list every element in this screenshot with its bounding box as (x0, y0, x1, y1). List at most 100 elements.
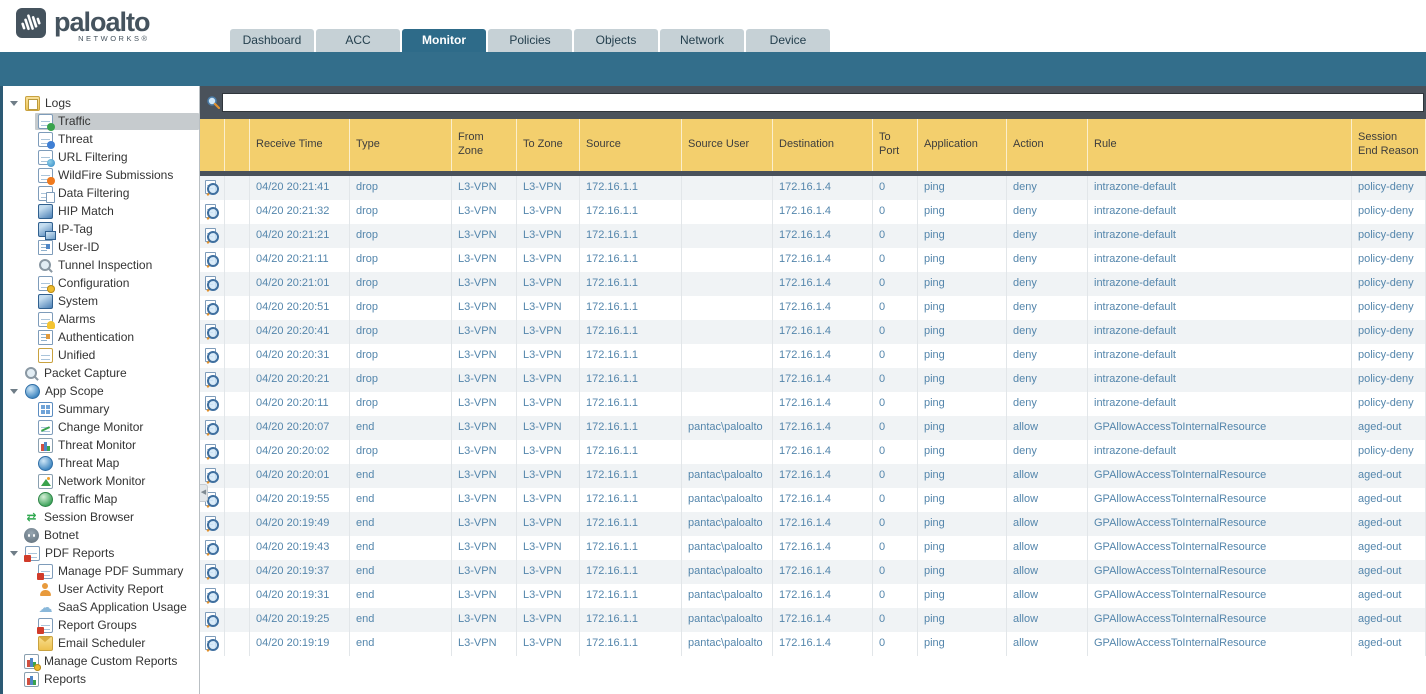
sidebar-item-logs[interactable]: Logs (3, 94, 199, 112)
sidebar-item-configuration[interactable]: Configuration (3, 274, 199, 292)
sidebar-item-url-filtering[interactable]: URL Filtering (3, 148, 199, 166)
column-header-destination[interactable]: Destination (773, 119, 873, 171)
log-detail-icon[interactable] (204, 540, 220, 556)
sidebar-item-email-scheduler[interactable]: Email Scheduler (3, 634, 199, 652)
log-detail-icon[interactable] (204, 636, 220, 652)
sidebar-collapse-handle[interactable]: ◀ (200, 484, 208, 502)
log-detail-icon[interactable] (204, 396, 220, 412)
log-detail-icon[interactable] (204, 516, 220, 532)
log-detail-icon[interactable] (204, 612, 220, 628)
table-row[interactable]: 04/20 20:19:31 end L3-VPN L3-VPN 172.16.… (200, 584, 1426, 608)
column-header-receive-time[interactable]: Receive Time (250, 119, 350, 171)
sidebar-item-pdf-reports[interactable]: PDF Reports (3, 544, 199, 562)
sidebar-item-threat-map[interactable]: Threat Map (3, 454, 199, 472)
table-row[interactable]: 04/20 20:21:01 drop L3-VPN L3-VPN 172.16… (200, 272, 1426, 296)
tab-monitor[interactable]: Monitor (402, 29, 486, 52)
expander-down-icon[interactable] (10, 101, 18, 106)
sidebar-item-threat-monitor[interactable]: Threat Monitor (3, 436, 199, 454)
expander-down-icon[interactable] (10, 389, 18, 394)
cell-action: deny (1007, 344, 1088, 368)
sidebar-item-saas-application-usage[interactable]: SaaS Application Usage (3, 598, 199, 616)
table-row[interactable]: 04/20 20:20:51 drop L3-VPN L3-VPN 172.16… (200, 296, 1426, 320)
sidebar-item-report-groups[interactable]: Report Groups (3, 616, 199, 634)
log-detail-icon[interactable] (204, 444, 220, 460)
log-detail-icon[interactable] (204, 348, 220, 364)
column-header-from-zone[interactable]: From Zone (452, 119, 517, 171)
column-header-rule[interactable]: Rule (1088, 119, 1352, 171)
table-row[interactable]: 04/20 20:19:25 end L3-VPN L3-VPN 172.16.… (200, 608, 1426, 632)
table-row[interactable]: 04/20 20:21:21 drop L3-VPN L3-VPN 172.16… (200, 224, 1426, 248)
table-row[interactable]: 04/20 20:19:19 end L3-VPN L3-VPN 172.16.… (200, 632, 1426, 656)
table-row[interactable]: 04/20 20:21:11 drop L3-VPN L3-VPN 172.16… (200, 248, 1426, 272)
column-header-to-port[interactable]: To Port (873, 119, 918, 171)
sidebar-item-app-scope[interactable]: App Scope (3, 382, 199, 400)
cell-action: allow (1007, 536, 1088, 560)
sidebar-item-packet-capture[interactable]: Packet Capture (3, 364, 199, 382)
tab-acc[interactable]: ACC (316, 29, 400, 52)
column-header-to-zone[interactable]: To Zone (517, 119, 580, 171)
sidebar-item-hip-match[interactable]: HIP Match (3, 202, 199, 220)
cell-receive-time: 04/20 20:20:31 (250, 344, 350, 368)
column-header-session-end-reason[interactable]: Session End Reason (1352, 119, 1426, 171)
sidebar-item-tunnel-inspection[interactable]: Tunnel Inspection (3, 256, 199, 274)
sidebar-item-unified[interactable]: Unified (3, 346, 199, 364)
sidebar-item-data-filtering[interactable]: Data Filtering (3, 184, 199, 202)
log-detail-icon[interactable] (204, 588, 220, 604)
sidebar-item-threat[interactable]: Threat (3, 130, 199, 148)
sidebar-item-manage-custom-reports[interactable]: Manage Custom Reports (3, 652, 199, 670)
table-row[interactable]: 04/20 20:20:21 drop L3-VPN L3-VPN 172.16… (200, 368, 1426, 392)
log-detail-icon[interactable] (204, 180, 220, 196)
log-detail-icon[interactable] (204, 276, 220, 292)
tab-policies[interactable]: Policies (488, 29, 572, 52)
tab-dashboard[interactable]: Dashboard (230, 29, 314, 52)
table-row[interactable]: 04/20 20:21:32 drop L3-VPN L3-VPN 172.16… (200, 200, 1426, 224)
table-row[interactable]: 04/20 20:19:49 end L3-VPN L3-VPN 172.16.… (200, 512, 1426, 536)
sidebar-item-network-monitor[interactable]: Network Monitor (3, 472, 199, 490)
table-row[interactable]: 04/20 20:19:43 end L3-VPN L3-VPN 172.16.… (200, 536, 1426, 560)
log-detail-icon[interactable] (204, 300, 220, 316)
log-detail-icon[interactable] (204, 252, 220, 268)
table-row[interactable]: 04/20 20:20:01 end L3-VPN L3-VPN 172.16.… (200, 464, 1426, 488)
sidebar-item-user-activity-report[interactable]: User Activity Report (3, 580, 199, 598)
sidebar-item-summary[interactable]: Summary (3, 400, 199, 418)
sidebar-item-user-id[interactable]: User-ID (3, 238, 199, 256)
sidebar-item-session-browser[interactable]: Session Browser (3, 508, 199, 526)
sidebar-item-wildfire-submissions[interactable]: WildFire Submissions (3, 166, 199, 184)
table-row[interactable]: 04/20 20:20:41 drop L3-VPN L3-VPN 172.16… (200, 320, 1426, 344)
sidebar-item-ip-tag[interactable]: IP-Tag (3, 220, 199, 238)
sidebar-item-traffic-map[interactable]: Traffic Map (3, 490, 199, 508)
table-row[interactable]: 04/20 20:20:02 drop L3-VPN L3-VPN 172.16… (200, 440, 1426, 464)
log-detail-icon[interactable] (204, 228, 220, 244)
tab-network[interactable]: Network (660, 29, 744, 52)
column-header-type[interactable]: Type (350, 119, 452, 171)
log-detail-icon[interactable] (204, 372, 220, 388)
sidebar-item-change-monitor[interactable]: Change Monitor (3, 418, 199, 436)
log-filter-input[interactable] (222, 93, 1424, 112)
tab-device[interactable]: Device (746, 29, 830, 52)
table-row[interactable]: 04/20 20:20:07 end L3-VPN L3-VPN 172.16.… (200, 416, 1426, 440)
table-row[interactable]: 04/20 20:19:37 end L3-VPN L3-VPN 172.16.… (200, 560, 1426, 584)
sidebar-item-manage-pdf-summary[interactable]: Manage PDF Summary (3, 562, 199, 580)
log-detail-icon[interactable] (204, 420, 220, 436)
column-header-application[interactable]: Application (918, 119, 1007, 171)
table-row[interactable]: 04/20 20:19:55 end L3-VPN L3-VPN 172.16.… (200, 488, 1426, 512)
table-row[interactable]: 04/20 20:20:31 drop L3-VPN L3-VPN 172.16… (200, 344, 1426, 368)
expander-down-icon[interactable] (10, 551, 18, 556)
table-row[interactable]: 04/20 20:21:41 drop L3-VPN L3-VPN 172.16… (200, 176, 1426, 200)
log-detail-icon[interactable] (204, 468, 220, 484)
column-header-action[interactable]: Action (1007, 119, 1088, 171)
column-header-source-user[interactable]: Source User (682, 119, 773, 171)
sidebar-item-alarms[interactable]: Alarms (3, 310, 199, 328)
sidebar-item-system[interactable]: System (3, 292, 199, 310)
sidebar-item-traffic[interactable]: Traffic (3, 112, 199, 130)
log-detail-icon[interactable] (204, 204, 220, 220)
sidebar-item-reports[interactable]: Reports (3, 670, 199, 688)
sidebar-item-botnet[interactable]: Botnet (3, 526, 199, 544)
cell-rule: GPAllowAccessToInternalResource (1088, 464, 1352, 488)
column-header-source[interactable]: Source (580, 119, 682, 171)
table-row[interactable]: 04/20 20:20:11 drop L3-VPN L3-VPN 172.16… (200, 392, 1426, 416)
tab-objects[interactable]: Objects (574, 29, 658, 52)
log-detail-icon[interactable] (204, 564, 220, 580)
log-detail-icon[interactable] (204, 324, 220, 340)
sidebar-item-authentication[interactable]: Authentication (3, 328, 199, 346)
